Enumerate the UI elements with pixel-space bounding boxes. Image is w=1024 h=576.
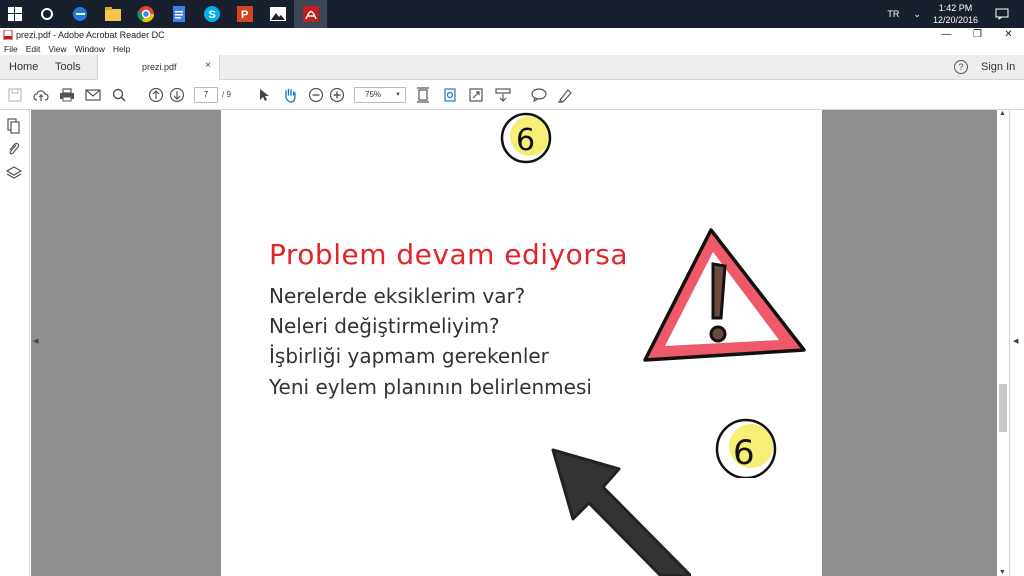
- layers-icon[interactable]: [6, 165, 22, 181]
- select-pointer-icon[interactable]: [255, 86, 273, 104]
- slide-line-3: İşbirliği yapmam gerekenler: [269, 344, 549, 368]
- page-number-input[interactable]: 7: [194, 87, 218, 103]
- left-navigation-panel: [0, 110, 30, 576]
- previous-page-icon[interactable]: [147, 86, 165, 104]
- menu-help[interactable]: Help: [113, 44, 130, 54]
- number-badge-bottom: 6: [715, 418, 777, 478]
- menu-window[interactable]: Window: [75, 44, 105, 54]
- expand-right-icon[interactable]: ◀: [1013, 337, 1018, 345]
- full-screen-icon[interactable]: [467, 86, 485, 104]
- title-bar: prezi.pdf - Adobe Acrobat Reader DC — ❐ …: [0, 28, 1024, 42]
- scrollbar-thumb[interactable]: [999, 384, 1007, 432]
- clock[interactable]: 1:42 PM 12/20/2016: [933, 2, 978, 26]
- page-thumbnails-icon[interactable]: [6, 118, 22, 134]
- notification-icon[interactable]: [992, 8, 1012, 20]
- restore-icon[interactable]: ❐: [962, 28, 993, 42]
- photos-icon[interactable]: [261, 0, 294, 28]
- collapse-left-icon[interactable]: ◀: [33, 337, 38, 345]
- windows-start-icon[interactable]: [0, 0, 30, 28]
- language-indicator[interactable]: TR: [887, 9, 899, 19]
- badge-bottom-number: 6: [733, 433, 755, 473]
- svg-text:S: S: [208, 9, 215, 21]
- clock-time: 1:42 PM: [938, 3, 973, 13]
- taskbar: S P TR ⌄ 1:42 PM 12/20/2016: [0, 0, 1024, 28]
- slide-line-1: Nerelerde eksiklerim var?: [269, 284, 526, 308]
- zoom-value: 75%: [365, 90, 382, 99]
- attachment-icon[interactable]: [6, 141, 22, 157]
- tab-tools[interactable]: Tools: [55, 61, 81, 73]
- page-total: / 9: [222, 90, 231, 99]
- email-icon[interactable]: [84, 86, 102, 104]
- tab-document[interactable]: prezi.pdf ×: [97, 55, 220, 80]
- powerpoint-icon[interactable]: P: [228, 0, 261, 28]
- close-icon[interactable]: ✕: [993, 28, 1024, 42]
- menu-bar: File Edit View Window Help: [0, 42, 1024, 55]
- clock-date: 12/20/2016: [932, 15, 978, 25]
- sign-in-link[interactable]: Sign In: [981, 61, 1015, 73]
- tab-home[interactable]: Home: [9, 61, 38, 73]
- number-badge-top: 6: [500, 112, 552, 164]
- toolbar: 7 / 9 75% ▼: [0, 80, 1024, 110]
- docs-icon[interactable]: [162, 0, 195, 28]
- tab-bar: Home Tools prezi.pdf × ? Sign In: [0, 55, 1024, 80]
- edge-icon[interactable]: [63, 0, 96, 28]
- highlight-pen-icon[interactable]: [556, 86, 574, 104]
- badge-top-number: 6: [516, 123, 535, 158]
- arrow-icon: [551, 448, 691, 576]
- warning-triangle-icon: [643, 228, 806, 362]
- scroll-up-icon[interactable]: ▲: [999, 110, 1006, 117]
- pdf-file-icon: [3, 30, 13, 40]
- zoom-out-icon[interactable]: [307, 86, 325, 104]
- help-icon[interactable]: ?: [954, 60, 968, 74]
- save-icon[interactable]: [6, 86, 24, 104]
- fit-page-icon[interactable]: [414, 86, 432, 104]
- tab-document-label: prezi.pdf: [142, 62, 177, 72]
- vertical-scrollbar[interactable]: ▲ ▼: [997, 110, 1009, 576]
- zoom-in-icon[interactable]: [328, 86, 346, 104]
- caret-down-icon: ▼: [395, 92, 401, 98]
- pdf-page: 6 Problem devam ediyorsa Nerelerde eksik…: [221, 110, 822, 576]
- menu-view[interactable]: View: [48, 44, 66, 54]
- window-title: prezi.pdf - Adobe Acrobat Reader DC: [16, 30, 165, 40]
- hand-tool-icon[interactable]: [281, 86, 299, 104]
- menu-file[interactable]: File: [4, 44, 18, 54]
- comment-icon[interactable]: [530, 86, 548, 104]
- print-icon[interactable]: [58, 86, 76, 104]
- rotate-page-icon[interactable]: [441, 86, 459, 104]
- svg-text:P: P: [241, 9, 248, 21]
- minimize-icon[interactable]: —: [931, 28, 962, 42]
- zoom-select[interactable]: 75% ▼: [354, 87, 406, 103]
- acrobat-icon[interactable]: [294, 0, 327, 28]
- scroll-mode-icon[interactable]: [494, 86, 512, 104]
- next-page-icon[interactable]: [168, 86, 186, 104]
- tab-close-icon[interactable]: ×: [205, 60, 211, 71]
- upload-cloud-icon[interactable]: [32, 86, 50, 104]
- cortana-icon[interactable]: [30, 0, 63, 28]
- slide-title: Problem devam ediyorsa: [269, 238, 629, 271]
- search-icon[interactable]: [110, 86, 128, 104]
- chevron-down-icon[interactable]: ⌄: [913, 9, 921, 20]
- scroll-down-icon[interactable]: ▼: [999, 569, 1006, 576]
- slide-line-2: Neleri değiştirmeliyim?: [269, 314, 500, 338]
- menu-edit[interactable]: Edit: [26, 44, 41, 54]
- file-explorer-icon[interactable]: [96, 0, 129, 28]
- skype-icon[interactable]: S: [195, 0, 228, 28]
- chrome-icon[interactable]: [129, 0, 162, 28]
- slide-line-4: Yeni eylem planının belirlenmesi: [269, 375, 592, 399]
